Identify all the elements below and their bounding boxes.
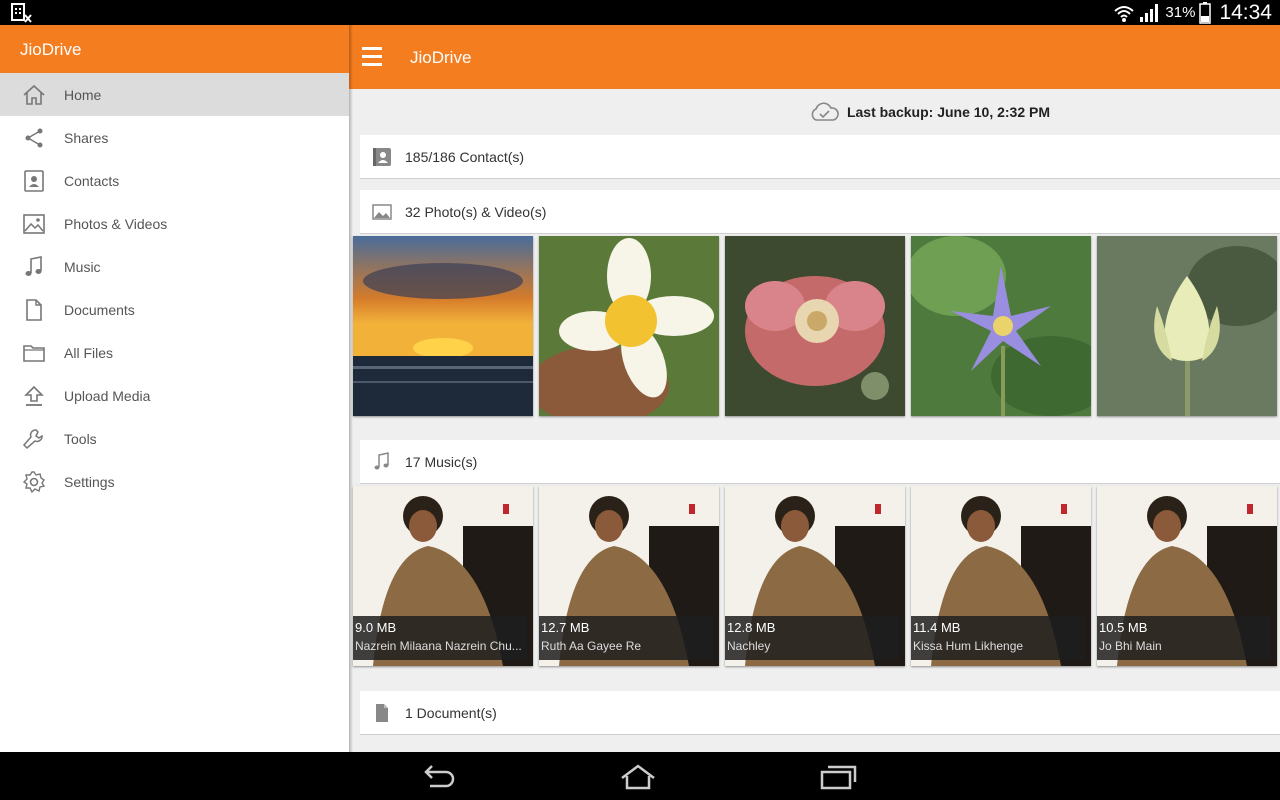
music-thumbnails: 9.0 MB Nazrein Milaana Nazrein Chu... 12… (353, 486, 1280, 666)
recent-apps-icon[interactable] (818, 762, 858, 792)
music-tile[interactable]: 10.5 MB Jo Bhi Main (1097, 486, 1277, 666)
song-title: Kissa Hum Likhenge (913, 639, 1024, 653)
wrench-icon (22, 429, 43, 450)
upload-icon (24, 385, 44, 406)
document-icon (376, 703, 388, 722)
photo-thumbnail[interactable] (539, 236, 719, 416)
clock: 14:34 (1219, 0, 1272, 24)
documents-count: 1 Document(s) (405, 704, 497, 721)
music-info: 11.4 MB Kissa Hum Likhenge (911, 616, 1085, 660)
photo-thumbnails (353, 236, 1280, 416)
music-info: 12.8 MB Nachley (725, 616, 899, 660)
back-icon[interactable] (418, 762, 458, 792)
sim-card-icon (11, 3, 32, 23)
sidebar-item-all-files[interactable]: All Files (0, 331, 349, 374)
document-icon (26, 299, 42, 321)
music-icon (25, 256, 42, 276)
photo-thumbnail[interactable] (911, 236, 1091, 416)
music-info: 10.5 MB Jo Bhi Main (1097, 616, 1271, 660)
contacts-icon (373, 147, 391, 166)
sidebar-item-label: Upload Media (64, 388, 151, 404)
music-tile[interactable]: 12.7 MB Ruth Aa Gayee Re (539, 486, 719, 666)
song-title: Nachley (727, 639, 771, 653)
navigation-drawer: JioDrive Home Shares Contacts Photos & V… (0, 25, 349, 752)
photo-thumbnail[interactable] (353, 236, 533, 416)
file-size: 12.8 MB (727, 620, 776, 635)
sidebar-item-label: Music (64, 259, 101, 275)
drawer-shadow (349, 25, 353, 752)
song-title: Jo Bhi Main (1099, 639, 1162, 653)
cloud-sync-icon (811, 102, 839, 121)
status-bar: 31% 14:34 (0, 0, 1280, 25)
backup-status: Last backup: June 10, 2:32 PM (349, 91, 1280, 133)
wifi-icon (1114, 5, 1135, 22)
file-size: 10.5 MB (1099, 620, 1148, 635)
image-icon (23, 214, 45, 234)
sidebar-item-music[interactable]: Music (0, 245, 349, 288)
main-content: JioDrive Last backup: June 10, 2:32 PM 1… (349, 25, 1280, 752)
sidebar-item-upload-media[interactable]: Upload Media (0, 374, 349, 417)
sidebar-item-documents[interactable]: Documents (0, 288, 349, 331)
app-title: JioDrive (410, 48, 472, 67)
system-nav-bar (0, 752, 1280, 800)
sidebar-item-shares[interactable]: Shares (0, 116, 349, 159)
app-bar: JioDrive (349, 25, 1280, 89)
sidebar-item-label: All Files (64, 345, 114, 361)
sidebar-item-label: Shares (64, 130, 109, 146)
battery-icon (1199, 1, 1212, 24)
gear-icon (22, 471, 46, 494)
contacts-count: 185/186 Contact(s) (405, 148, 525, 165)
sidebar-item-label: Settings (64, 474, 115, 490)
music-info: 12.7 MB Ruth Aa Gayee Re (539, 616, 713, 660)
sidebar-item-home[interactable]: Home (0, 73, 349, 116)
photos-section[interactable]: 32 Photo(s) & Video(s) (360, 190, 1280, 234)
photos-count: 32 Photo(s) & Video(s) (405, 203, 547, 220)
signal-icon (1140, 3, 1159, 22)
music-tile[interactable]: 11.4 MB Kissa Hum Likhenge (911, 486, 1091, 666)
music-tile[interactable]: 12.8 MB Nachley (725, 486, 905, 666)
file-size: 9.0 MB (355, 620, 397, 635)
photo-thumbnail[interactable] (725, 236, 905, 416)
documents-section[interactable]: 1 Document(s) (360, 691, 1280, 735)
home-icon (23, 84, 45, 105)
battery-percent: 31% (1165, 4, 1196, 21)
song-title: Nazrein Milaana Nazrein Chu... (355, 639, 522, 653)
file-size: 12.7 MB (541, 620, 590, 635)
sidebar-item-photos-videos[interactable]: Photos & Videos (0, 202, 349, 245)
home-nav-icon[interactable] (618, 762, 658, 792)
backup-text: Last backup: June 10, 2:32 PM (846, 104, 1051, 120)
contacts-icon (24, 170, 44, 192)
music-icon (374, 451, 389, 469)
drawer-title: JioDrive (0, 25, 349, 73)
sidebar-item-label: Photos & Videos (64, 216, 168, 232)
song-title: Ruth Aa Gayee Re (541, 639, 642, 653)
file-size: 11.4 MB (913, 620, 961, 635)
share-icon (25, 128, 43, 148)
sidebar-item-label: Home (64, 87, 102, 103)
music-count: 17 Music(s) (405, 453, 478, 470)
image-icon (372, 203, 392, 220)
contacts-section[interactable]: 185/186 Contact(s) (360, 135, 1280, 179)
menu-icon[interactable] (362, 47, 382, 67)
sidebar-item-label: Contacts (64, 173, 120, 189)
photo-thumbnail[interactable] (1097, 236, 1277, 416)
music-tile[interactable]: 9.0 MB Nazrein Milaana Nazrein Chu... (353, 486, 533, 666)
sidebar-item-settings[interactable]: Settings (0, 460, 349, 503)
sidebar-item-tools[interactable]: Tools (0, 417, 349, 460)
music-section[interactable]: 17 Music(s) (360, 440, 1280, 484)
sidebar-item-label: Documents (64, 302, 135, 318)
music-info: 9.0 MB Nazrein Milaana Nazrein Chu... (353, 616, 527, 660)
folder-icon (23, 345, 45, 362)
sidebar-item-label: Tools (64, 431, 97, 447)
sidebar-item-contacts[interactable]: Contacts (0, 159, 349, 202)
